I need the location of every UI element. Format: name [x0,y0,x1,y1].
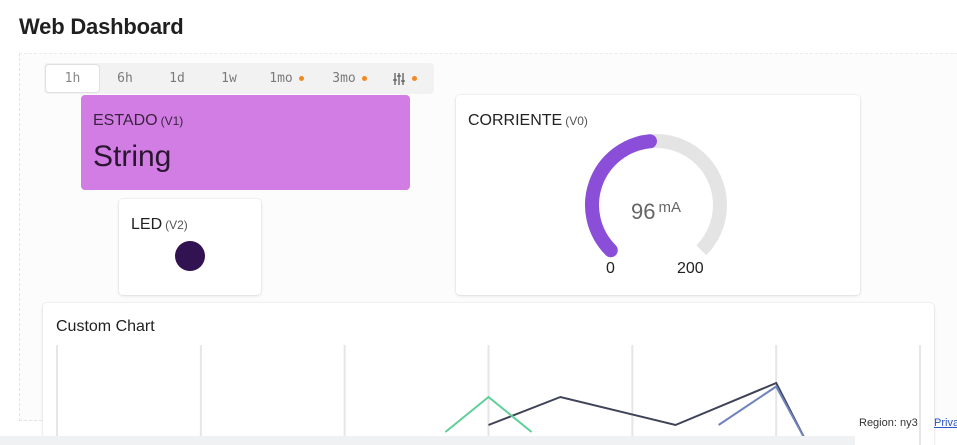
privacy-link[interactable]: Priva [934,417,957,429]
time-range-selector: 1h 6h 1d 1w 1mo 3mo [44,63,434,94]
estado-value: String [93,140,172,173]
gauge-value: 96 mA [631,199,681,224]
tab-1d[interactable]: 1d [151,65,203,92]
led-indicator [175,241,205,271]
tab-3mo[interactable]: 3mo [318,65,381,92]
gauge-min-label: 0 [606,260,615,277]
estado-title: ESTADO (V1) [93,112,184,129]
led-title: LED (V2) [131,216,188,233]
region-label: Region: ny3 [859,417,918,429]
gauge-fill [585,134,657,258]
corriente-title: CORRIENTE (V0) [468,112,588,129]
tab-custom-range[interactable] [381,65,428,92]
chart-plot [56,345,921,445]
chart-series-line [488,381,806,440]
corriente-gauge-widget[interactable]: CORRIENTE (V0) 96 mA 0 200 [456,95,860,295]
premium-dot-icon [298,76,304,81]
led-widget[interactable]: LED (V2) [119,199,261,295]
tab-1h[interactable]: 1h [46,65,99,92]
premium-dot-icon [412,76,417,81]
tab-6h[interactable]: 6h [99,65,151,92]
tab-1w[interactable]: 1w [203,65,255,92]
estado-widget[interactable]: ESTADO (V1) String [81,95,410,190]
premium-dot-icon [361,76,367,81]
estado-pin: (V1) [160,114,184,128]
led-pin: (V2) [165,218,188,232]
tab-1mo[interactable]: 1mo [255,65,318,92]
corriente-pin: (V0) [565,114,588,128]
horizontal-scrollbar[interactable] [0,436,855,445]
custom-chart-widget[interactable]: Custom Chart [43,303,934,445]
gauge-max-label: 200 [677,260,704,277]
gauge-unit: mA [658,199,681,216]
gauge-dial [585,133,727,258]
page-title: Web Dashboard [19,14,184,39]
sliders-icon [393,72,405,85]
